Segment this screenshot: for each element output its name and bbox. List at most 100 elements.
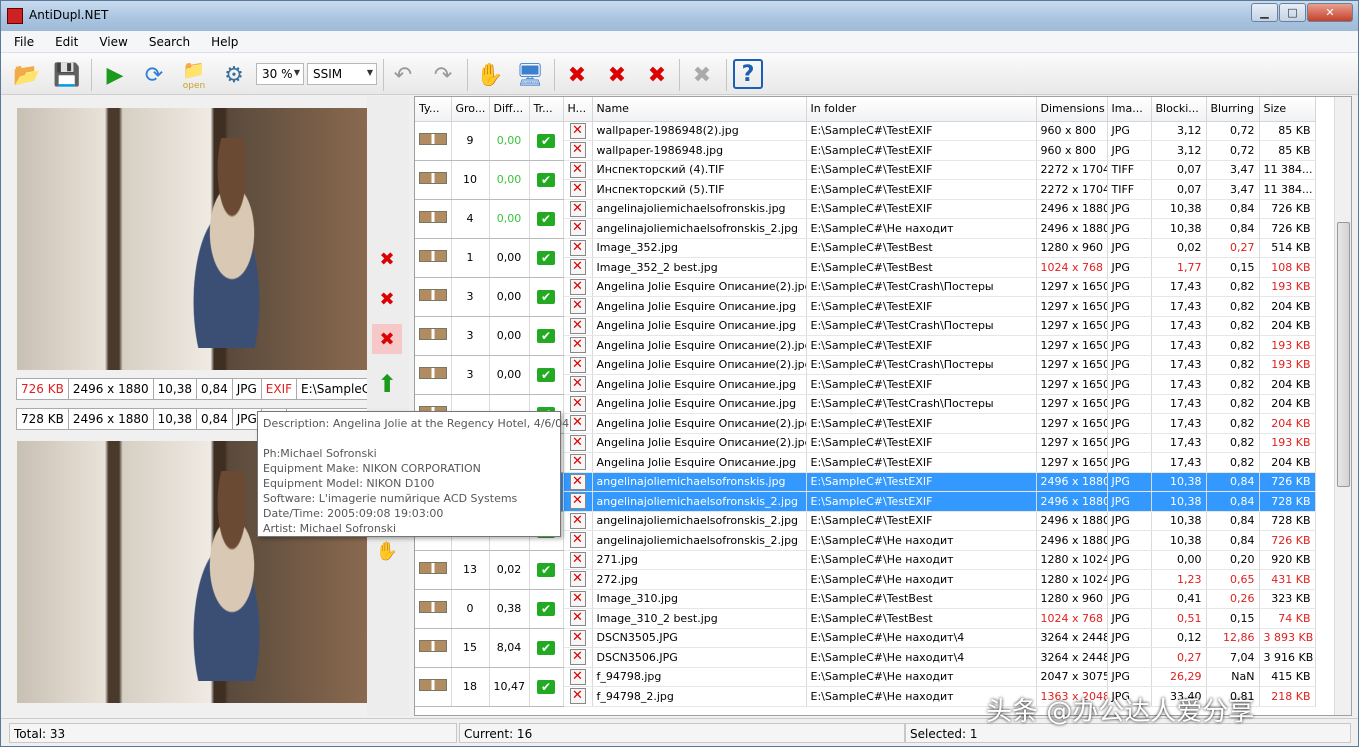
- close-button[interactable]: ✕: [1307, 3, 1353, 22]
- scrollbar-thumb[interactable]: [1337, 222, 1350, 487]
- delete-mark-icon[interactable]: ✕: [563, 238, 593, 258]
- minimize-button[interactable]: ▁: [1251, 3, 1278, 22]
- checkmark-icon[interactable]: ✔: [529, 667, 564, 707]
- column-header[interactable]: Ty...: [415, 97, 452, 122]
- column-header[interactable]: In folder: [806, 97, 1037, 122]
- delete-mark-icon[interactable]: ✕: [563, 569, 593, 590]
- arrow-up-icon[interactable]: ⬆: [372, 369, 402, 399]
- delete-mark-icon[interactable]: ✕: [563, 121, 593, 141]
- delete-mark-icon[interactable]: ✕: [563, 218, 593, 239]
- start-search-icon[interactable]: ▶: [99, 59, 131, 91]
- column-header[interactable]: Dimensions: [1036, 97, 1108, 122]
- open-folder-icon[interactable]: 📂: [11, 59, 43, 91]
- delete-mark-icon[interactable]: ✕: [563, 433, 593, 453]
- column-header[interactable]: Tr...: [529, 97, 564, 122]
- checkmark-icon[interactable]: ✔: [529, 160, 564, 200]
- delete-mark-icon[interactable]: ✕: [563, 277, 593, 297]
- redo-icon[interactable]: ↷: [427, 59, 459, 91]
- gear-icon[interactable]: ⚙: [218, 59, 250, 91]
- checkmark-icon[interactable]: ✔: [529, 277, 564, 317]
- save-icon[interactable]: 💾: [51, 59, 83, 91]
- menu-help[interactable]: Help: [198, 31, 246, 49]
- table-row[interactable]: 10 0,00 ✔ ✕ Инспекторский (4).TIF E:\SampleC#…: [415, 160, 1316, 200]
- help-icon[interactable]: ?: [733, 59, 763, 89]
- table-row[interactable]: 3 0,00 ✔ ✕ Angelina Jolie Esquire Описание.j…: [415, 316, 1316, 356]
- delete-mark-icon[interactable]: ✕: [563, 530, 593, 551]
- checkmark-icon[interactable]: ✔: [529, 589, 564, 629]
- menu-view[interactable]: View: [86, 31, 135, 49]
- menu-search[interactable]: Search: [136, 31, 198, 49]
- vertical-scrollbar[interactable]: [1334, 97, 1351, 715]
- table-row[interactable]: 13 0,02 ✔ ✕ 271.jpg E:\SampleC#\Не находит 128…: [415, 550, 1316, 590]
- delete-mark-icon[interactable]: ✕: [563, 686, 593, 707]
- menu-edit[interactable]: Edit: [42, 31, 86, 49]
- refresh-icon[interactable]: ⟳: [138, 59, 170, 91]
- stop-hand-icon[interactable]: ✋: [474, 59, 506, 91]
- delete-mark-icon[interactable]: ✕: [563, 628, 593, 648]
- delete-mark-icon[interactable]: ✕: [563, 550, 593, 570]
- rename-delete-icon[interactable]: ✖: [372, 284, 402, 314]
- delete-mark-icon[interactable]: ✕: [563, 491, 593, 512]
- column-header[interactable]: Blurring: [1206, 97, 1260, 122]
- mistake-icon[interactable]: ✖: [686, 59, 718, 91]
- delete-mark-icon[interactable]: ✕: [563, 589, 593, 609]
- table-row[interactable]: 1 0,00 ✔ ✕ Image_352.jpg E:\SampleC#\TestBest…: [415, 238, 1316, 278]
- table-row[interactable]: 4 0,00 ✔ ✕ angelinajoliemichaelsofronskis.jp…: [415, 199, 1316, 239]
- delete-mark-icon[interactable]: ✕: [563, 472, 593, 492]
- delete-mark-icon[interactable]: ✕: [563, 296, 593, 317]
- delete-first-icon[interactable]: ✖: [372, 244, 402, 274]
- delete-mark-icon[interactable]: ✕: [563, 511, 593, 531]
- delete-mark-icon[interactable]: ✕: [563, 160, 593, 180]
- column-header[interactable]: Size: [1259, 97, 1316, 122]
- table-row[interactable]: 3 0,00 ✔ ✕ Angelina Jolie Esquire Описание(2…: [415, 277, 1316, 317]
- delete-mark-icon[interactable]: ✕: [563, 608, 593, 629]
- checkmark-icon[interactable]: ✔: [529, 628, 564, 668]
- delete-mark-icon[interactable]: ✕: [563, 179, 593, 200]
- cell-blur: 0,82: [1206, 394, 1260, 414]
- delete-mark-icon[interactable]: ✕: [563, 647, 593, 668]
- cell-dim: 2496 x 1880: [1036, 511, 1108, 531]
- checkmark-icon[interactable]: ✔: [529, 316, 564, 356]
- algorithm-select[interactable]: SSIM ▼: [307, 63, 377, 85]
- checkmark-icon[interactable]: ✔: [529, 121, 564, 161]
- open-results-icon[interactable]: 📁 open: [178, 59, 210, 91]
- table-row[interactable]: 9 0,00 ✔ ✕ wallpaper-1986948(2).jpg E:\Sample…: [415, 121, 1316, 161]
- delete-mark-icon[interactable]: ✕: [563, 335, 593, 356]
- menu-file[interactable]: File: [1, 31, 42, 49]
- delete-first-icon[interactable]: ✖: [561, 59, 593, 91]
- stop-hand-icon[interactable]: ✋: [372, 536, 402, 566]
- delete-mark-icon[interactable]: ✕: [563, 140, 593, 161]
- delete-mark-icon[interactable]: ✕: [563, 316, 593, 336]
- table-row[interactable]: 3 0,00 ✔ ✕ Angelina Jolie Esquire Описание(2…: [415, 355, 1316, 395]
- delete-mark-icon[interactable]: ✕: [563, 355, 593, 375]
- table-row[interactable]: 0 0,38 ✔ ✕ Image_310.jpg E:\SampleC#\TestBest…: [415, 589, 1316, 629]
- zoom-select[interactable]: 30 % ▼: [256, 63, 304, 85]
- delete-mark-icon[interactable]: ✕: [563, 257, 593, 278]
- cell-name: Инспекторский (5).TIF: [592, 179, 807, 200]
- checkmark-icon[interactable]: ✔: [529, 199, 564, 239]
- column-header[interactable]: Blocki...: [1151, 97, 1207, 122]
- column-header[interactable]: Gro...: [451, 97, 490, 122]
- column-header[interactable]: Ima...: [1107, 97, 1152, 122]
- checkmark-icon[interactable]: ✔: [529, 355, 564, 395]
- delete-mark-icon[interactable]: ✕: [563, 199, 593, 219]
- column-header[interactable]: H...: [563, 97, 593, 122]
- delete-both-icon[interactable]: ✖: [641, 59, 673, 91]
- compare-icon[interactable]: 🖥: [514, 59, 546, 91]
- delete-mark-icon[interactable]: ✕: [563, 374, 593, 395]
- delete-mark-icon[interactable]: ✕: [563, 452, 593, 473]
- column-header[interactable]: Name: [592, 97, 807, 122]
- delete-mark-icon[interactable]: ✕: [563, 667, 593, 687]
- table-row[interactable]: 18 10,47 ✔ ✕ f_94798.jpg E:\SampleC#\Не наход…: [415, 667, 1316, 707]
- exif-badge[interactable]: EXIF: [262, 379, 298, 399]
- column-header[interactable]: Diff...: [489, 97, 530, 122]
- maximize-button[interactable]: □: [1279, 3, 1306, 22]
- table-row[interactable]: 15 8,04 ✔ ✕ DSCN3505.JPG E:\SampleC#\Не наход…: [415, 628, 1316, 668]
- delete-second-icon[interactable]: ✖: [372, 324, 402, 354]
- cell-folder: E:\SampleC#\TestEXIF: [806, 335, 1037, 356]
- checkmark-icon[interactable]: ✔: [529, 550, 564, 590]
- delete-mark-icon[interactable]: ✕: [563, 394, 593, 414]
- checkmark-icon[interactable]: ✔: [529, 238, 564, 278]
- delete-second-icon[interactable]: ✖: [601, 59, 633, 91]
- undo-icon[interactable]: ↶: [387, 59, 419, 91]
